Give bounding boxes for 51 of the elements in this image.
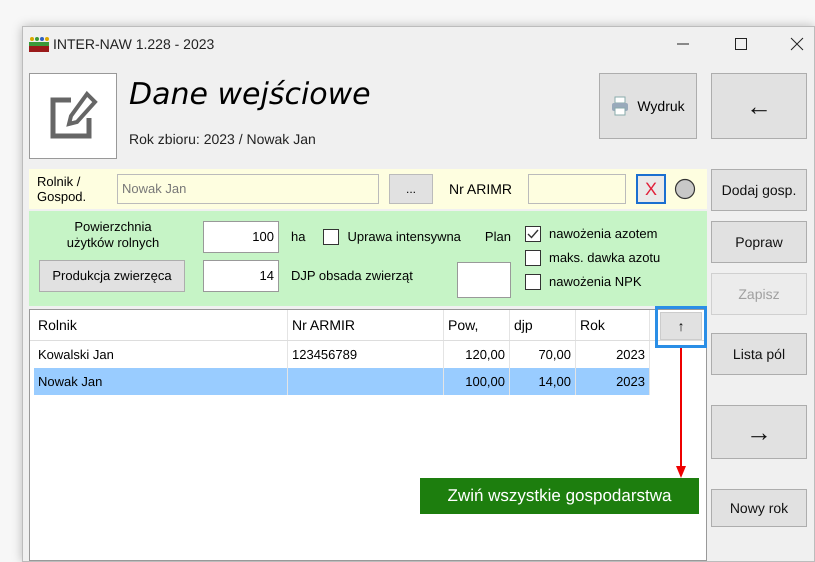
column-header[interactable]: Rolnik — [34, 310, 288, 340]
side-button[interactable]: Popraw — [711, 221, 807, 263]
maximize-icon[interactable] — [734, 37, 748, 51]
plan-label: Plan — [484, 228, 511, 246]
column-header[interactable]: Rok — [576, 310, 650, 340]
checkbox-label: nawożenia NPK — [549, 272, 642, 291]
close-icon[interactable] — [790, 37, 804, 51]
status-indicator-icon — [674, 178, 696, 200]
checkbox-label: maks. dawka azotu — [549, 248, 660, 267]
area-label: Powierzchnia użytków rolnych — [66, 219, 160, 252]
clear-button[interactable]: X — [636, 174, 666, 204]
print-button[interactable]: Wydruk — [599, 73, 697, 139]
livestock-button[interactable]: Produkcja zwierzęca — [39, 260, 185, 292]
column-header[interactable]: Pow, — [444, 310, 510, 340]
checkbox[interactable] — [525, 274, 541, 290]
back-button[interactable]: ← — [711, 73, 807, 139]
side-button[interactable]: Lista pól — [711, 333, 807, 375]
checkbox[interactable] — [525, 250, 541, 266]
farmer-label: Rolnik / Gospod. — [37, 174, 88, 204]
checkbox[interactable] — [323, 229, 340, 245]
checkbox-label: nawożenia azotem — [549, 224, 658, 243]
checkbox[interactable] — [525, 226, 541, 242]
area-field[interactable]: 100 — [203, 221, 279, 253]
table-cell: Nowak Jan — [34, 368, 288, 395]
arimr-field[interactable] — [528, 174, 626, 204]
app-logo-icon — [29, 36, 49, 52]
checkbox-label: Uprawa intensywna — [347, 228, 461, 246]
column-header[interactable]: Nr ARMIR — [288, 310, 444, 340]
stocking-field[interactable] — [457, 262, 511, 298]
column-header[interactable]: djp — [510, 310, 576, 340]
window-title: INTER-NAW 1.228 - 2023 — [53, 34, 214, 54]
printer-icon — [611, 96, 630, 116]
side-button[interactable]: Nowy rok — [711, 489, 807, 527]
unit-label: ha — [291, 228, 306, 246]
farmer-field[interactable]: Nowak Jan — [117, 174, 379, 204]
livestock-field[interactable]: 14 — [203, 260, 279, 292]
table-cell: 14,00 — [510, 368, 576, 395]
page-subtitle: Rok zbioru: 2023 / Nowak Jan — [129, 130, 317, 149]
sort-button[interactable]: ↑ — [660, 312, 702, 340]
selected-row[interactable]: Nowak Jan 100,00 14,00 2023 — [34, 368, 650, 395]
livestock-label: DJP obsada zwierząt — [291, 267, 414, 286]
table-cell: 100,00 — [444, 368, 510, 395]
browse-button[interactable]: ... — [389, 174, 433, 204]
edit-icon — [29, 73, 117, 159]
next-button[interactable]: → — [711, 405, 807, 459]
table-cell: 2023 — [576, 368, 650, 395]
arimr-label: Nr ARIMR — [449, 180, 512, 198]
tooltip: Zwiń wszystkie gospodarstwa — [420, 478, 699, 514]
highlight-frame — [655, 306, 707, 348]
page-title: Dane wejściowe — [129, 76, 371, 114]
side-button[interactable]: Dodaj gosp. — [711, 169, 807, 211]
